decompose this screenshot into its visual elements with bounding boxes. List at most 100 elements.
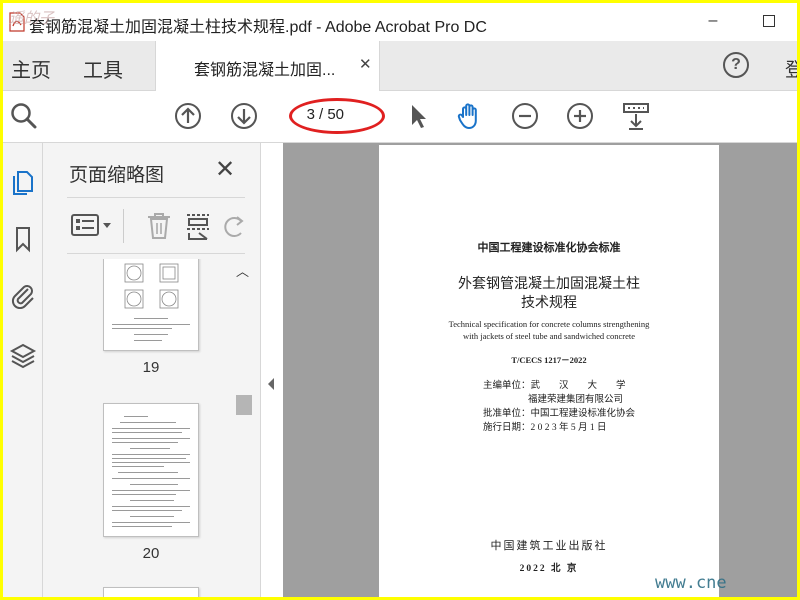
layers-icon[interactable] [9, 341, 37, 369]
thumbnail-page-19[interactable] [103, 259, 199, 351]
highlight-ellipse [289, 98, 385, 134]
doc-title-line2: 技术规程 [521, 296, 577, 311]
thumbnail-text-line [112, 462, 190, 463]
document-page: 中国工程建设标准化协会标准 外套钢管混凝土加固混凝土柱 技术规程 Technic… [379, 145, 719, 597]
document-view[interactable]: 中国工程建设标准化协会标准 外套钢管混凝土加固混凝土柱 技术规程 Technic… [283, 143, 797, 597]
thumbnail-text-line [130, 516, 174, 517]
collapse-panel-icon[interactable] [266, 377, 276, 391]
doc-date: 2 0 2 3 年 5 月 1 日 [530, 423, 607, 433]
bookmark-icon[interactable] [9, 225, 37, 253]
doc-standard-code: T/CECS 1217－2022 [511, 355, 587, 365]
thumbnail-text-line [112, 490, 190, 491]
pages-icon[interactable] [9, 167, 37, 195]
watermark-left: 遥的子 [9, 10, 55, 27]
select-cursor-icon[interactable] [403, 101, 433, 131]
thumbnail-text-line [112, 328, 172, 329]
thumbnails-close-button[interactable]: ✕ [215, 155, 235, 184]
doc-approver-row: 批准单位：中国工程建设标准化协会 [483, 405, 635, 419]
document-tab-label: 套钢筋混凝土加固... [194, 62, 336, 79]
thumbnail-page-number: 19 [142, 359, 160, 376]
thumbnail-text-line [130, 484, 178, 485]
document-tab-close-button[interactable]: ✕ [359, 55, 372, 73]
doc-publisher: 中国建筑工业出版社 [490, 540, 608, 552]
doc-editor-1: 武 汉 大 学 [530, 381, 626, 391]
trash-icon[interactable] [145, 211, 173, 241]
divider [67, 253, 245, 254]
scroll-mode-icon[interactable] [621, 101, 651, 131]
doc-approver: 中国工程建设标准化协会 [530, 409, 636, 419]
scrollbar-thumb[interactable] [236, 395, 252, 415]
acrobat-window: 套钢筋混凝土加固混凝土柱技术规程.pdf - Adobe Acrobat Pro… [3, 3, 797, 597]
thumbnails-panel: 页面缩略图 ✕ 19 20 ︿ [43, 143, 261, 597]
thumbnail-text-line [130, 448, 170, 449]
minimize-button[interactable]: – [703, 11, 723, 31]
insert-page-icon[interactable] [185, 211, 213, 241]
toolbar: 3 / 50 [3, 91, 797, 143]
tab-tools[interactable]: 工具 [83, 54, 123, 83]
page-down-icon[interactable] [229, 101, 259, 131]
maximize-button[interactable] [760, 11, 780, 31]
thumbnail-text-line [112, 506, 190, 507]
doc-editor-label: 主编单位： [483, 381, 531, 391]
tab-document[interactable]: 套钢筋混凝土加固... ✕ [155, 41, 380, 91]
thumbnail-text-line [134, 318, 168, 319]
thumbnail-text-line [112, 432, 182, 433]
scroll-up-icon[interactable]: ︿ [236, 261, 249, 280]
thumbnail-text-line [112, 494, 176, 495]
doc-date-label: 施行日期： [483, 423, 531, 433]
thumbnail-text-line [118, 472, 178, 473]
doc-association: 中国工程建设标准化协会标准 [477, 242, 621, 254]
thumbnail-options-icon[interactable] [71, 213, 115, 239]
thumbnail-text-line [112, 428, 190, 429]
sign-in-button[interactable]: 登 [785, 55, 797, 82]
doc-editor-row: 主编单位：武 汉 大 学 [483, 377, 626, 391]
thumbnail-text-line [112, 510, 182, 511]
maximize-icon [763, 15, 775, 27]
doc-approver-label: 批准单位： [483, 409, 531, 419]
window-title: 套钢筋混凝土加固混凝土柱技术规程.pdf - Adobe Acrobat Pro… [29, 19, 487, 36]
watermark-right: www.cne [655, 573, 727, 593]
help-button[interactable]: ? [723, 52, 749, 78]
thumbnail-text-line [134, 340, 162, 341]
thumbnail-scrollbar[interactable]: ︿ [233, 259, 253, 597]
zoom-out-icon[interactable] [510, 101, 540, 131]
tab-home[interactable]: 主页 [11, 54, 51, 83]
thumbnail-text-line [112, 458, 186, 459]
toolbar-separator [123, 209, 124, 243]
page-up-icon[interactable] [173, 101, 203, 131]
search-icon[interactable] [9, 101, 39, 131]
thumbnail-text-line [112, 478, 190, 479]
panel-collapse-strip [261, 143, 283, 597]
thumbnail-figure [124, 263, 179, 309]
doc-editor-2: 福建荣建集团有限公司 [528, 395, 624, 405]
doc-title-line1: 外套钢管混凝土加固混凝土柱 [458, 277, 640, 292]
thumbnail-text-line [112, 442, 178, 443]
zoom-in-icon[interactable] [565, 101, 595, 131]
thumbnail-text-line [130, 500, 174, 501]
thumbnail-text-line [112, 324, 190, 325]
attachment-icon[interactable] [9, 281, 37, 309]
rotate-icon[interactable] [223, 211, 245, 241]
thumbnail-page-number: 20 [142, 545, 160, 562]
thumbnail-text-line [120, 422, 176, 423]
divider [67, 197, 245, 198]
tab-row: 主页 工具 套钢筋混凝土加固... ✕ ? 登 [3, 41, 797, 91]
thumbnail-page-20[interactable] [103, 403, 199, 537]
thumbnail-text-line [112, 454, 190, 455]
navigation-rail [3, 143, 43, 597]
thumbnail-text-line [112, 466, 164, 467]
thumbnails-toolbar [67, 201, 245, 251]
thumbnail-text-line [112, 526, 172, 527]
thumbnail-text-line [134, 334, 168, 335]
thumbnail-page-21[interactable] [103, 587, 199, 597]
doc-year-place: 2022 北 京 [519, 564, 579, 574]
thumbnail-text-line [112, 522, 190, 523]
thumbnail-text-line [124, 416, 148, 417]
thumbnail-text-line [112, 438, 190, 439]
thumbnail-list: 19 20 [67, 259, 232, 597]
doc-date-row: 施行日期：2 0 2 3 年 5 月 1 日 [483, 419, 607, 433]
doc-english-title-line1: Technical specification for concrete col… [448, 319, 650, 329]
doc-english-title-line2: with jackets of steel tube and sandwiche… [462, 331, 636, 341]
hand-tool-icon[interactable] [455, 101, 485, 131]
thumbnails-title: 页面缩略图 [69, 165, 165, 186]
